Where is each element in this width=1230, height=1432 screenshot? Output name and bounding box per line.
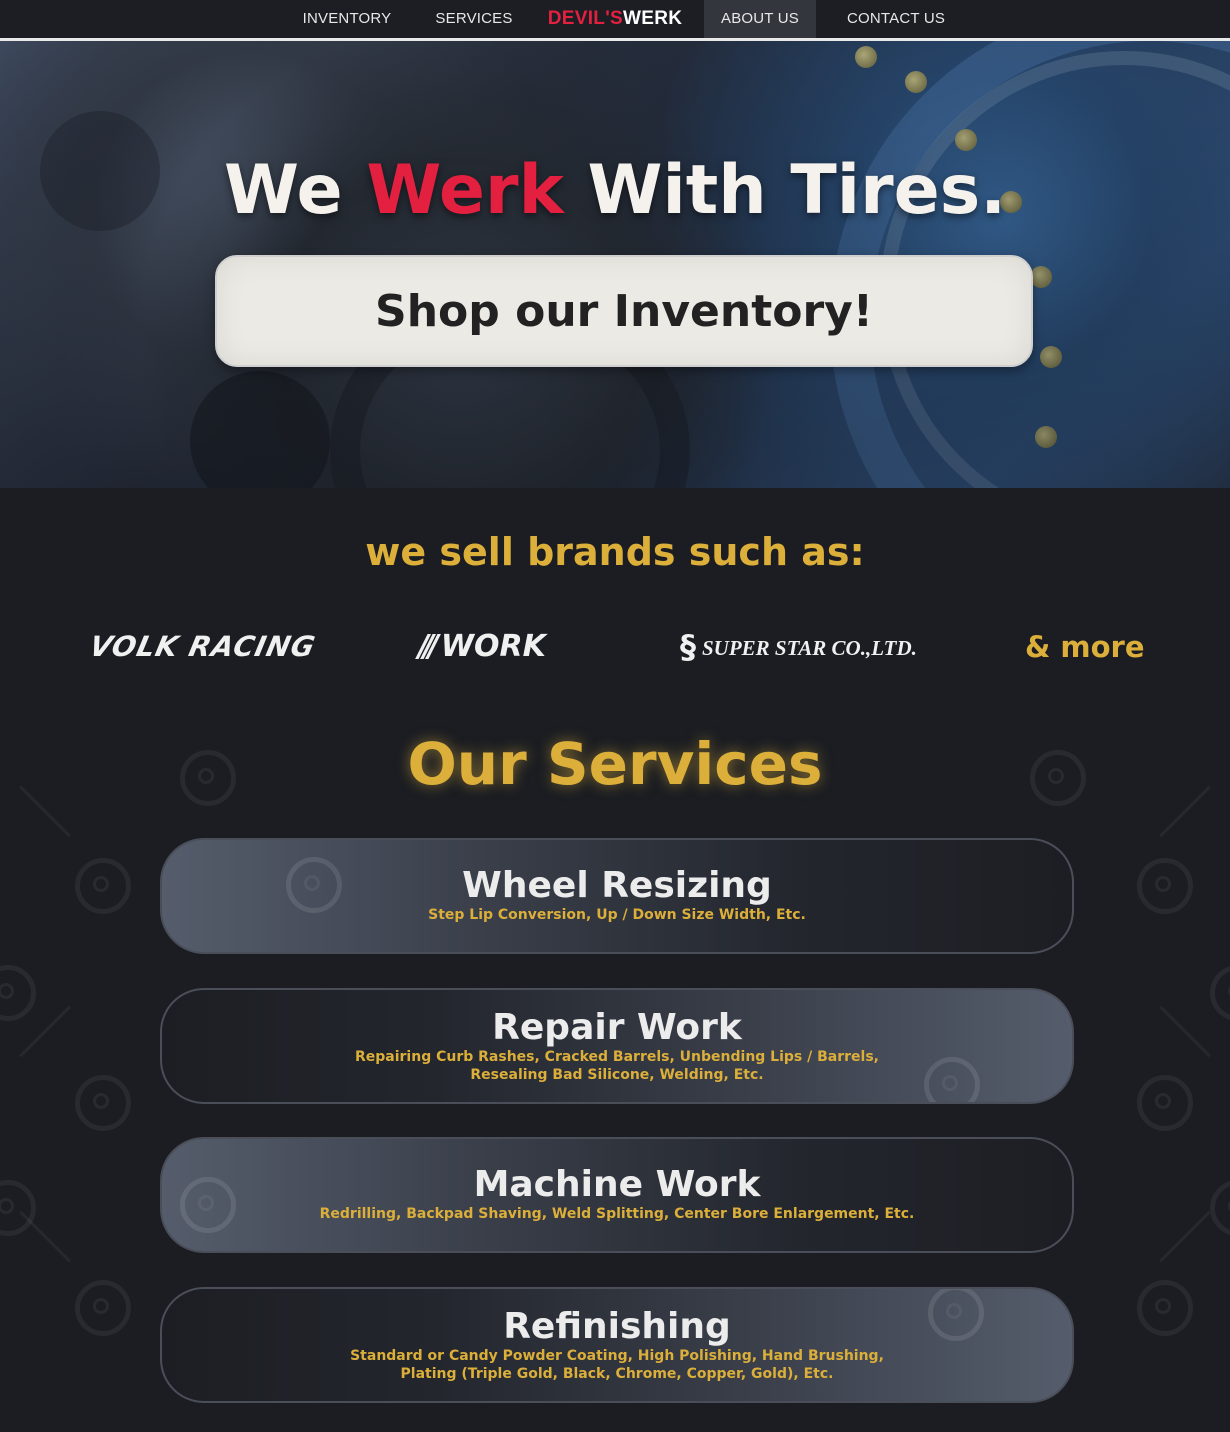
nav-about-link[interactable]: ABOUT US: [704, 0, 816, 38]
logo-text-white: WERK: [623, 8, 683, 29]
tire-icon: [286, 857, 342, 913]
super-star-mark-icon: §: [680, 628, 696, 666]
tire-icon: [924, 1057, 980, 1102]
site-logo[interactable]: DEVIL'SWERK: [545, 0, 685, 38]
services-heading: Our Services: [407, 730, 823, 798]
work-logo-text: WORK: [440, 629, 546, 664]
service-card-wheel-resizing[interactable]: Wheel Resizing Step Lip Conversion, Up /…: [160, 838, 1074, 954]
service-card-machine-work[interactable]: Machine Work Redrilling, Backpad Shaving…: [160, 1137, 1074, 1253]
brands-heading: we sell brands such as:: [365, 530, 865, 574]
top-navbar: INVENTORY SERVICES DEVIL'SWERK ABOUT US …: [0, 0, 1230, 41]
service-card-refinishing[interactable]: Refinishing Standard or Candy Powder Coa…: [160, 1287, 1074, 1403]
service-description: Redrilling, Backpad Shaving, Weld Splitt…: [319, 1206, 915, 1222]
service-title: Machine Work: [473, 1164, 761, 1205]
service-description-line2: Plating (Triple Gold, Black, Chrome, Cop…: [400, 1366, 834, 1382]
hero-banner: We Werk With Tires. Shop our Inventory!: [0, 41, 1230, 488]
nav-inventory-link[interactable]: INVENTORY: [290, 0, 404, 38]
tire-icon: [1137, 1075, 1193, 1131]
tire-icon: [1210, 1180, 1230, 1236]
tire-icon: [0, 965, 36, 1021]
hero-title-post: With Tires.: [563, 151, 1007, 230]
hero-title-pre: We: [223, 151, 367, 230]
tire-icon: [1210, 965, 1230, 1021]
hero-title: We Werk With Tires.: [0, 151, 1230, 230]
logo-text-red: DEVIL'S: [547, 8, 623, 29]
tire-icon: [928, 1289, 984, 1341]
nav-contact-link[interactable]: CONTACT US: [836, 0, 956, 38]
service-card-repair-work[interactable]: Repair Work Repairing Curb Rashes, Crack…: [160, 988, 1074, 1104]
tire-icon: [180, 1177, 236, 1233]
shop-inventory-button[interactable]: Shop our Inventory!: [215, 255, 1033, 367]
tire-icon: [1137, 858, 1193, 914]
tire-icon: [1137, 1280, 1193, 1336]
tire-icon: [75, 1280, 131, 1336]
nav-services-link[interactable]: SERVICES: [425, 0, 523, 38]
pattern-line: [19, 1210, 71, 1263]
tire-icon: [75, 858, 131, 914]
pattern-line: [1159, 1005, 1211, 1058]
work-logo: ///WORK: [418, 624, 588, 670]
service-description: Standard or Candy Powder Coating, High P…: [350, 1348, 884, 1364]
volk-racing-logo: VOLK RACING: [86, 630, 319, 663]
tire-icon: [75, 1075, 131, 1131]
more-brands-label: & more: [1025, 630, 1145, 664]
tire-icon: [0, 1180, 36, 1236]
service-title: Repair Work: [492, 1007, 742, 1048]
pattern-line: [1159, 1210, 1211, 1263]
super-star-logo-text: SUPER STAR CO.,LTD.: [702, 636, 917, 660]
work-logo-mark: ///: [418, 629, 439, 664]
hero-title-accent: Werk: [366, 151, 564, 230]
super-star-logo: § SUPER STAR CO.,LTD.: [680, 624, 940, 670]
